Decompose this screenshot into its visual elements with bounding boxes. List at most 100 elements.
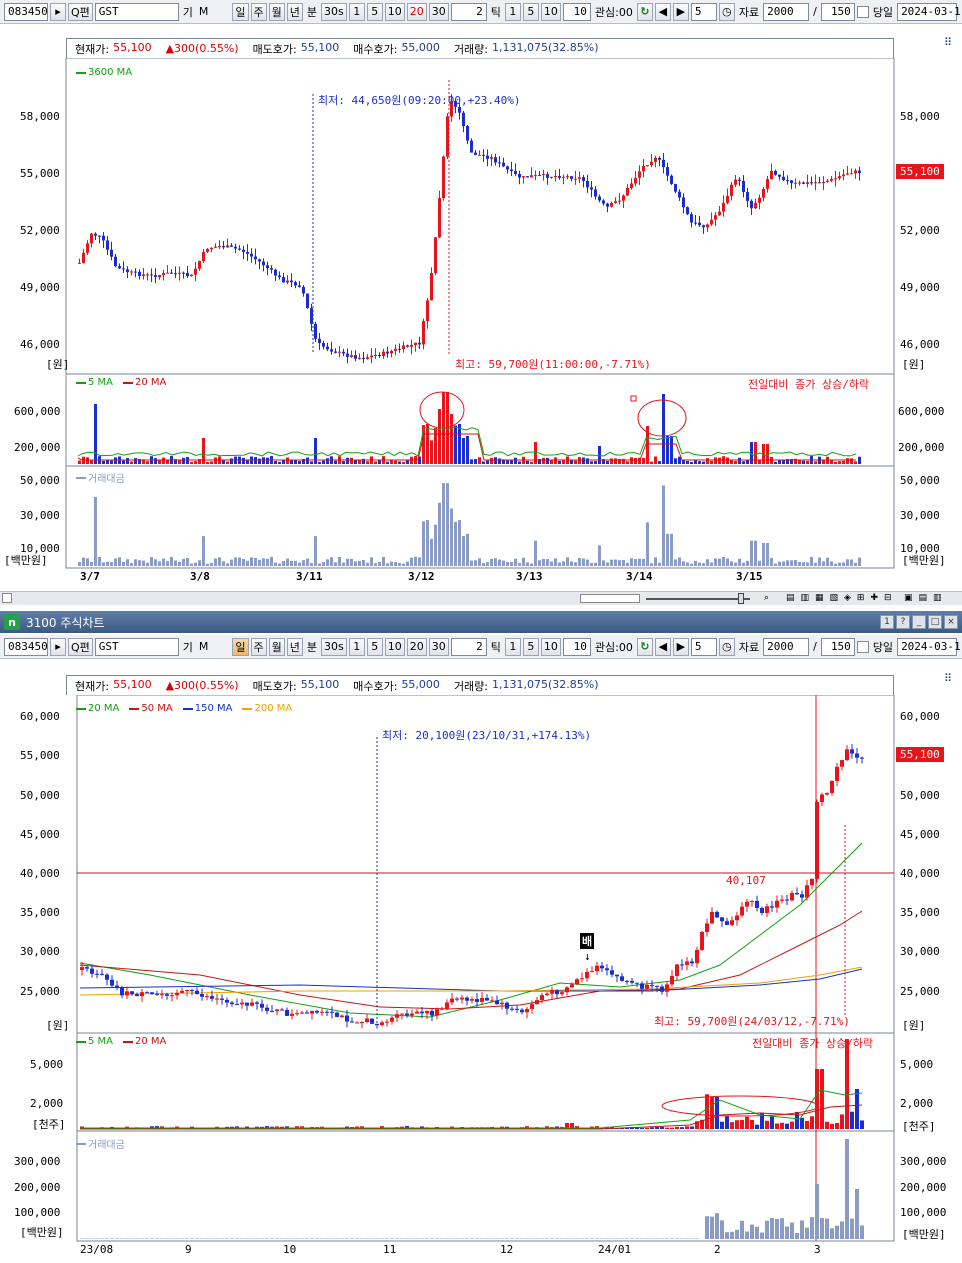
prev-arrow-icon[interactable]: ◀ — [654, 2, 671, 21]
clock-icon-2[interactable]: ◷ — [718, 637, 735, 656]
refresh-icon-2[interactable]: ↻ — [636, 637, 653, 656]
b-candle-body — [595, 965, 599, 972]
period-day-button-2[interactable]: 일 — [232, 637, 249, 656]
minute-30-button-2[interactable]: 30 — [428, 637, 449, 656]
stock-search-button-2[interactable]: Q편 — [68, 637, 93, 656]
minute-10-button-2[interactable]: 10 — [384, 637, 405, 656]
period-month-button-2[interactable]: 월 — [268, 637, 285, 656]
bottom-chart-svg — [76, 695, 895, 1242]
panel-tools-icons[interactable]: ▣▤▥ — [904, 593, 948, 603]
stock-name-field[interactable]: GST — [94, 2, 179, 21]
minute-5-button-2[interactable]: 5 — [366, 637, 383, 656]
minute-5-button[interactable]: 5 — [366, 2, 383, 21]
next-arrow-icon-2[interactable]: ▶ — [672, 637, 689, 656]
candle-body — [326, 346, 329, 350]
zoom-slider-thumb[interactable] — [738, 593, 744, 604]
b-candle-body — [805, 885, 809, 898]
gi-button-2[interactable]: 기 — [183, 639, 193, 655]
amount-bar — [526, 562, 529, 566]
refresh-icon[interactable]: ↻ — [636, 2, 653, 21]
candle-body — [626, 187, 629, 196]
step-input[interactable]: 5 — [690, 2, 717, 21]
scroll-left-icon[interactable] — [2, 593, 12, 603]
b-candle-body — [180, 990, 184, 993]
minimize-button[interactable]: _ — [912, 615, 926, 629]
tick-custom-input-2[interactable]: 10 — [562, 637, 591, 656]
expand-icon[interactable]: ⠿ — [944, 36, 952, 49]
tick-custom-input[interactable]: 10 — [562, 2, 591, 21]
gi-button[interactable]: 기 — [183, 4, 193, 20]
period-week-button[interactable]: 주 — [250, 2, 267, 21]
volume-bar — [838, 461, 841, 464]
window-number-button[interactable]: 1 — [880, 615, 894, 629]
magnifier-icon[interactable]: ⌕ — [764, 593, 769, 603]
tick-10-button[interactable]: 10 — [540, 2, 561, 21]
tick-5-button[interactable]: 5 — [522, 2, 539, 21]
candle-body — [242, 249, 245, 252]
top-scroll-strip[interactable]: ⌕ ▤▥▦▧◈⊞✚⊟ ▣▤▥ — [0, 591, 962, 605]
view-count-input[interactable]: 150 — [820, 2, 855, 21]
amount-bar — [546, 559, 549, 566]
b-volume-bar — [770, 1116, 774, 1129]
minute-10-button[interactable]: 10 — [384, 2, 405, 21]
minute-1-button[interactable]: 1 — [348, 2, 365, 21]
stock-search-button[interactable]: Q편 — [68, 2, 93, 21]
b-amount-bar — [105, 1238, 109, 1239]
tick-1-button-2[interactable]: 1 — [504, 637, 521, 656]
dropdown-arrow-icon[interactable]: ▸ — [50, 2, 66, 21]
amount-bar — [354, 561, 357, 566]
expand-icon-2[interactable]: ⠿ — [944, 672, 952, 685]
sec-30-button-2[interactable]: 30s — [321, 637, 347, 656]
volume-bar — [226, 461, 229, 464]
today-checkbox[interactable] — [856, 5, 869, 18]
stock-name-field-2[interactable]: GST — [94, 637, 179, 656]
bottom-window-titlebar[interactable]: n 3100 주식차트 1 ? _ □ × — [0, 611, 962, 633]
period-week-button-2[interactable]: 주 — [250, 637, 267, 656]
tick-1-button[interactable]: 1 — [504, 2, 521, 21]
date-input-2[interactable]: 2024-03-1 — [897, 637, 961, 656]
period-day-button[interactable]: 일 — [232, 2, 249, 21]
tick-count-input-2[interactable]: 2 — [450, 637, 487, 656]
price-change: ▲300(0.55%) — [165, 42, 239, 55]
maximize-button[interactable]: □ — [928, 615, 942, 629]
stock-code-input-2[interactable]: 083450 — [4, 637, 48, 656]
b-candle-body — [315, 1010, 319, 1013]
period-year-button[interactable]: 년 — [286, 2, 303, 21]
next-arrow-icon[interactable]: ▶ — [672, 2, 689, 21]
m-button[interactable]: M — [199, 5, 209, 18]
prev-arrow-icon-2[interactable]: ◀ — [654, 637, 671, 656]
b-amount-bar — [830, 1228, 834, 1239]
stock-code-input[interactable]: 083450 — [4, 2, 48, 21]
amount-bar — [582, 558, 585, 566]
m-button-2[interactable]: M — [199, 640, 209, 653]
b-vol-unit-right: [천주] — [902, 1120, 936, 1133]
interest-label-2[interactable]: 관심:00 — [595, 639, 633, 655]
minute-20-button[interactable]: 20 — [406, 2, 427, 21]
date-input[interactable]: 2024-03-1 — [897, 2, 961, 21]
tick-count-input[interactable]: 2 — [450, 2, 487, 21]
interest-label[interactable]: 관심:00 — [595, 4, 633, 20]
chart-tools-icons[interactable]: ▤▥▦▧◈⊞✚⊟ — [786, 593, 898, 603]
period-month-button[interactable]: 월 — [268, 2, 285, 21]
sec-30-button[interactable]: 30s — [321, 2, 347, 21]
view-count-input-2[interactable]: 150 — [820, 637, 855, 656]
minute-30-button[interactable]: 30 — [428, 2, 449, 21]
close-button[interactable]: × — [944, 615, 958, 629]
candle-body — [502, 162, 505, 167]
data-count-select-2[interactable]: 2000 — [763, 637, 810, 656]
tick-5-button-2[interactable]: 5 — [522, 637, 539, 656]
today-checkbox-2[interactable] — [856, 640, 869, 653]
candle-body — [98, 235, 101, 237]
minute-1-button-2[interactable]: 1 — [348, 637, 365, 656]
zoom-slider-track[interactable] — [646, 598, 750, 600]
data-count-select[interactable]: 2000 — [763, 2, 810, 21]
dropdown-arrow-icon-2[interactable]: ▸ — [50, 637, 66, 656]
scroll-thumb[interactable] — [580, 594, 640, 603]
clock-icon[interactable]: ◷ — [718, 2, 735, 21]
period-year-button-2[interactable]: 년 — [286, 637, 303, 656]
step-input-2[interactable]: 5 — [690, 637, 717, 656]
help-button[interactable]: ? — [896, 615, 910, 629]
tick-10-button-2[interactable]: 10 — [540, 637, 561, 656]
minute-20-button-2[interactable]: 20 — [406, 637, 427, 656]
volume-bar — [506, 460, 509, 464]
